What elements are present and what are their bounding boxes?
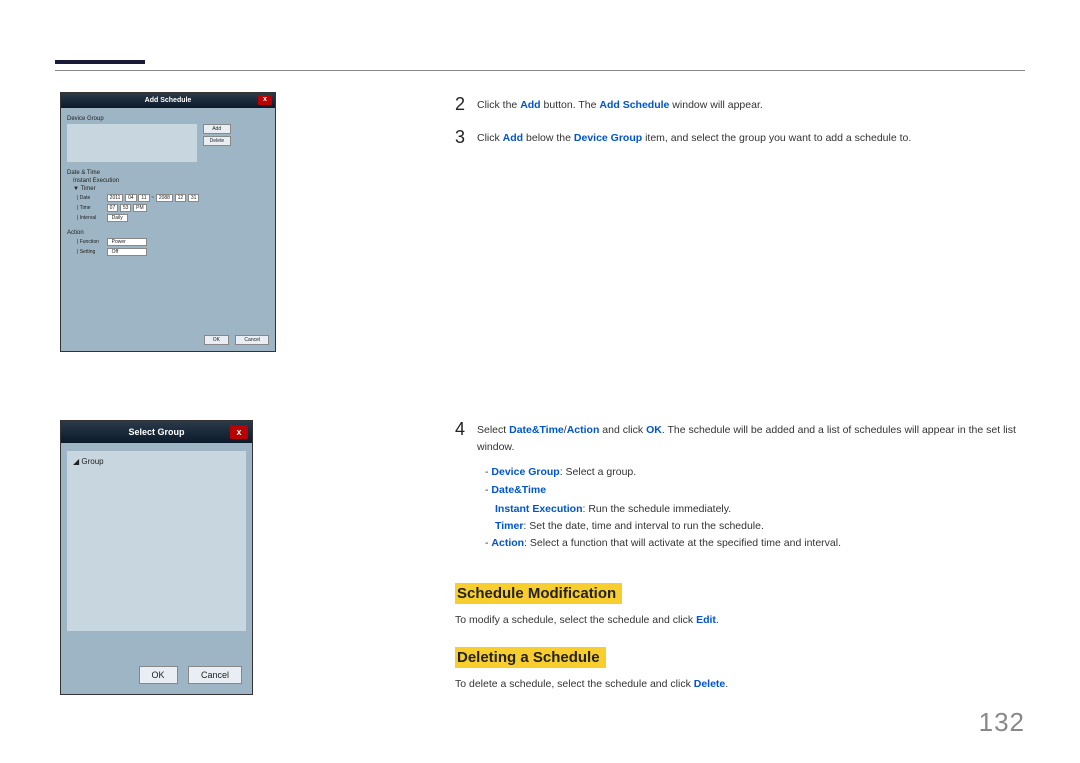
list-item: Action: Select a function that will acti… bbox=[479, 535, 1025, 552]
step-number: 3 bbox=[455, 128, 477, 146]
step-3: 3 Click Add below the Device Group item,… bbox=[455, 128, 1025, 147]
dialog-body: ◢ Group bbox=[61, 443, 252, 635]
bold-link: Add bbox=[520, 99, 540, 111]
time-hour: 07 bbox=[107, 204, 119, 212]
list-subitem: Timer: Set the date, time and interval t… bbox=[479, 518, 1025, 535]
close-icon: x bbox=[230, 425, 248, 439]
cancel-button: Cancel bbox=[188, 666, 242, 684]
bold-link: Delete bbox=[694, 678, 726, 690]
step-body: Select Date&Time/Action and click OK. Th… bbox=[477, 420, 1025, 554]
cancel-button: Cancel bbox=[235, 335, 269, 345]
paragraph: To delete a schedule, select the schedul… bbox=[455, 676, 1025, 693]
header-rule bbox=[55, 70, 1025, 71]
bold-link: Date&Time bbox=[509, 424, 564, 436]
text: item, and select the group you want to a… bbox=[642, 132, 911, 144]
ok-button: OK bbox=[139, 666, 178, 684]
delete-button: Delete bbox=[203, 136, 231, 146]
text: window will appear. bbox=[669, 99, 762, 111]
heading-schedule-modification: Schedule Modification bbox=[455, 583, 622, 604]
group-node: Group bbox=[81, 457, 103, 466]
header-accent-bar bbox=[55, 60, 145, 64]
ok-button: OK bbox=[204, 335, 229, 345]
timer-row: ▼ Timer bbox=[73, 186, 269, 192]
text: . bbox=[716, 614, 719, 626]
step-2: 2 Click the Add button. The Add Schedule… bbox=[455, 95, 1025, 114]
function-label: Function bbox=[77, 239, 105, 245]
bold-link: OK bbox=[646, 424, 662, 436]
text: Select bbox=[477, 424, 509, 436]
instant-execution-row: Instant Execution bbox=[73, 178, 269, 184]
bold-link: Action bbox=[567, 424, 600, 436]
step-4: 4 Select Date&Time/Action and click OK. … bbox=[455, 420, 1025, 554]
setting-label: Setting bbox=[77, 249, 105, 255]
bold-link: Add bbox=[503, 132, 523, 144]
step-number: 2 bbox=[455, 95, 477, 113]
text: button. The bbox=[541, 99, 600, 111]
dialog-body: Device Group Add Delete Date & Time Inst… bbox=[61, 108, 275, 262]
text: : Set the date, time and interval to run… bbox=[523, 520, 763, 532]
dialog-title: Add Schedule bbox=[145, 97, 192, 104]
bold-link: Action bbox=[491, 537, 524, 549]
date-year-end: 2088 bbox=[156, 194, 173, 202]
list-item: Device Group: Select a group. bbox=[479, 464, 1025, 481]
bold-link: Device Group bbox=[491, 466, 559, 478]
group-tree: ◢ Group bbox=[67, 451, 246, 631]
date-range-sep: ~ bbox=[151, 195, 154, 201]
content-steps-top: 2 Click the Add button. The Add Schedule… bbox=[455, 95, 1025, 161]
content-step-4: 4 Select Date&Time/Action and click OK. … bbox=[455, 420, 1025, 568]
text: Click bbox=[477, 132, 503, 144]
dialog-title-bar: Select Group x bbox=[61, 421, 252, 443]
date-day-end: 31 bbox=[188, 194, 200, 202]
text: To modify a schedule, select the schedul… bbox=[455, 614, 696, 626]
text: Click the bbox=[477, 99, 520, 111]
lower-content: Schedule Modification To modify a schedu… bbox=[455, 565, 1025, 693]
paragraph: To modify a schedule, select the schedul… bbox=[455, 612, 1025, 629]
device-group-label: Device Group bbox=[67, 116, 269, 122]
text: To delete a schedule, select the schedul… bbox=[455, 678, 694, 690]
bold-link: Timer bbox=[495, 520, 523, 532]
date-month-end: 12 bbox=[175, 194, 187, 202]
heading-deleting-schedule: Deleting a Schedule bbox=[455, 647, 606, 668]
bold-link: Date&Time bbox=[491, 484, 546, 496]
text: below the bbox=[523, 132, 574, 144]
select-group-dialog-screenshot: Select Group x ◢ Group OK Cancel bbox=[60, 420, 253, 695]
add-schedule-dialog-screenshot: Add Schedule x Device Group Add Delete D… bbox=[60, 92, 276, 352]
function-select: Power bbox=[107, 238, 147, 246]
text: : Select a group. bbox=[560, 466, 636, 478]
step-body: Click the Add button. The Add Schedule w… bbox=[477, 95, 763, 114]
text: and click bbox=[599, 424, 646, 436]
dialog-title-bar: Add Schedule x bbox=[61, 93, 275, 108]
date-day-start: 11 bbox=[138, 194, 149, 202]
sublist: Device Group: Select a group. Date&Time … bbox=[479, 464, 1025, 552]
text: : Select a function that will activate a… bbox=[524, 537, 841, 549]
device-group-list bbox=[67, 124, 197, 162]
step-body: Click Add below the Device Group item, a… bbox=[477, 128, 911, 147]
date-year-start: 2011 bbox=[107, 194, 124, 202]
add-button: Add bbox=[203, 124, 231, 134]
dialog-title: Select Group bbox=[128, 427, 184, 437]
bold-link: Add Schedule bbox=[599, 99, 669, 111]
time-label: Time bbox=[77, 205, 105, 211]
bold-link: Device Group bbox=[574, 132, 642, 144]
list-subitem: Instant Execution: Run the schedule imme… bbox=[479, 501, 1025, 518]
time-min: 53 bbox=[120, 204, 132, 212]
interval-label: Interval bbox=[77, 215, 105, 221]
page-number: 132 bbox=[979, 707, 1025, 738]
action-label: Action bbox=[67, 230, 269, 236]
setting-select: Off bbox=[107, 248, 147, 256]
time-ampm: PM bbox=[133, 204, 147, 212]
date-month-start: 04 bbox=[125, 194, 137, 202]
date-label: Date bbox=[77, 195, 105, 201]
text: : Run the schedule immediately. bbox=[583, 503, 732, 515]
text: . bbox=[725, 678, 728, 690]
step-number: 4 bbox=[455, 420, 477, 438]
bold-link: Edit bbox=[696, 614, 716, 626]
bold-link: Instant Execution bbox=[495, 503, 583, 515]
datetime-label: Date & Time bbox=[67, 170, 269, 176]
list-item: Date&Time bbox=[479, 482, 1025, 499]
close-icon: x bbox=[258, 95, 272, 105]
interval-select: Daily bbox=[107, 214, 128, 222]
